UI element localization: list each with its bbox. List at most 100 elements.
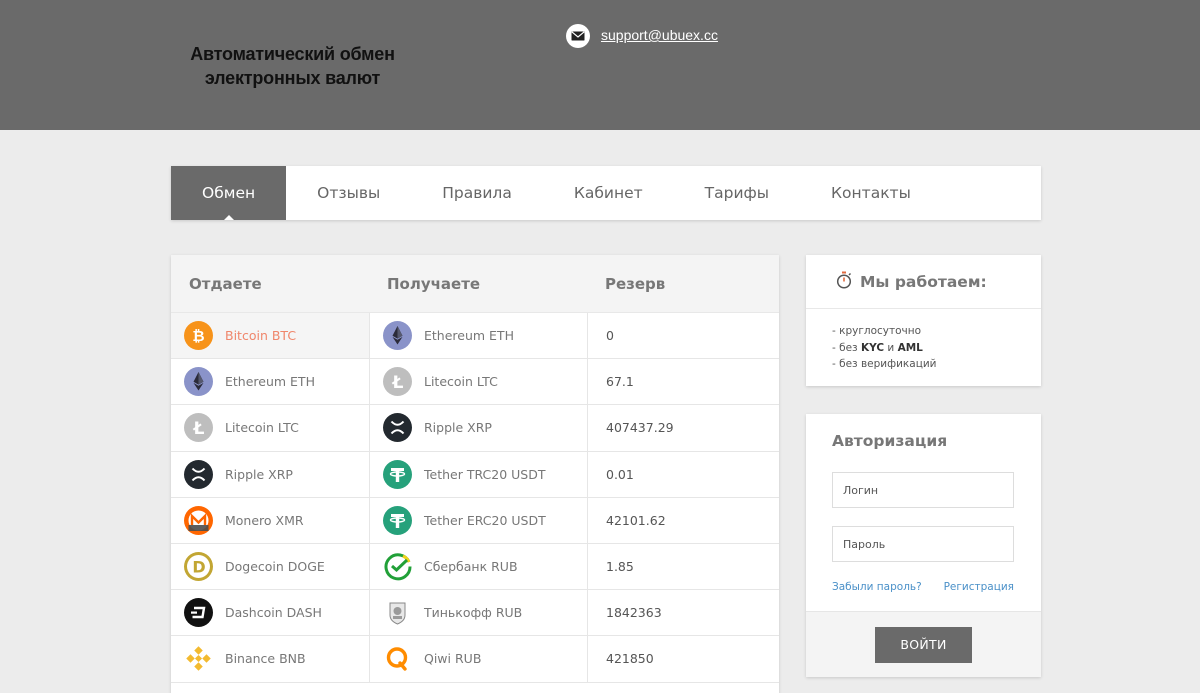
- give-currency-cell[interactable]: Binance BNB: [171, 636, 370, 682]
- reserve-value: 0: [606, 328, 614, 344]
- binance-icon: [184, 644, 213, 673]
- support-email-link[interactable]: support@ubuex.cc: [601, 27, 718, 43]
- bitcoin-icon: ₿: [184, 321, 213, 351]
- exchange-row: Ethereum ETH Ł Litecoin LTC 67.1: [171, 359, 779, 406]
- litecoin-icon: Ł: [383, 367, 412, 397]
- reserve-value: 42101.62: [606, 512, 666, 528]
- auth-links: Забыли пароль? Регистрация: [806, 562, 1041, 604]
- svg-text:D: D: [192, 558, 205, 577]
- header-give: Отдаете: [189, 274, 262, 293]
- litecoin-icon: Ł: [184, 413, 213, 443]
- get-currency-cell[interactable]: Тинькофф RUB: [370, 590, 588, 636]
- nav-item-exchange[interactable]: Обмен: [171, 166, 287, 220]
- give-currency-cell[interactable]: Monero XMR: [171, 497, 370, 543]
- get-currency-name: Tether ERC20 USDT: [424, 512, 546, 528]
- header-reserve: Резерв: [605, 274, 666, 293]
- support-contact: support@ubuex.cc: [566, 24, 718, 48]
- exchange-row: Ripple XRP Tether TRC20 USDT 0.01: [171, 451, 779, 498]
- give-currency-name: Dashcoin DASH: [225, 605, 322, 621]
- header-get: Получаете: [387, 274, 481, 293]
- exchange-row: D Dogecoin DOGE Сбербанк RUB 1.85: [171, 543, 779, 591]
- exchange-row: Monero XMR Tether ERC20 USDT 42101.62: [171, 497, 779, 544]
- login-button[interactable]: ВОЙТИ: [875, 626, 972, 663]
- exchange-row: Ł Litecoin LTC Ripple XRP 407437.29: [171, 405, 779, 452]
- tagline-line-1: Автоматический обмен: [190, 44, 395, 64]
- auth-footer: ВОЙТИ: [806, 611, 1041, 677]
- ethereum-icon: [383, 321, 412, 351]
- give-currency-name: Ethereum ETH: [225, 374, 315, 390]
- ripple-icon: [383, 413, 412, 443]
- tether-icon: [383, 505, 412, 535]
- give-currency-name: Bitcoin BTC: [225, 328, 297, 344]
- nav-item-rules[interactable]: Правила: [411, 166, 543, 220]
- give-currency-cell[interactable]: Ł Litecoin LTC: [171, 405, 370, 451]
- get-currency-cell[interactable]: Ripple XRP: [370, 405, 588, 451]
- aml-label: AML: [897, 341, 923, 354]
- give-currency-cell[interactable]: Ethereum ETH: [171, 359, 370, 405]
- give-currency-cell[interactable]: ₿ Bitcoin BTC: [171, 313, 370, 359]
- working-hours-list: - круглосуточно - без KYC и AML - без ве…: [806, 309, 1041, 373]
- reserve-value: 1842363: [606, 605, 662, 621]
- dash-icon: [184, 598, 213, 628]
- get-currency-cell[interactable]: Ł Litecoin LTC: [370, 359, 588, 405]
- get-currency-cell[interactable]: Tether ERC20 USDT: [370, 497, 588, 543]
- kyc-label: KYC: [860, 341, 885, 354]
- working-hours-title: Мы работаем:: [860, 272, 987, 291]
- exchange-table-header: Отдаете Получаете Резерв: [171, 255, 779, 313]
- monero-icon: [184, 505, 213, 535]
- give-currency-cell[interactable]: Ripple XRP: [171, 451, 370, 497]
- working-hours-header: Мы работаем:: [806, 255, 1041, 309]
- get-currency-cell[interactable]: Qiwi RUB: [370, 636, 588, 682]
- main-nav: Обмен Отзывы Правила Кабинет Тарифы Конт…: [171, 166, 1041, 220]
- give-currency-name: Monero XMR: [225, 512, 304, 528]
- give-currency-name: Binance BNB: [225, 651, 306, 667]
- get-currency-name: Тинькофф RUB: [424, 605, 523, 621]
- stopwatch-icon: [836, 271, 852, 293]
- nav-item-contacts[interactable]: Контакты: [800, 166, 942, 220]
- get-currency-cell[interactable]: Ethereum ETH: [370, 313, 588, 359]
- svg-text:₿: ₿: [192, 327, 204, 345]
- auth-card: Авторизация Забыли пароль? Регистрация В…: [806, 414, 1041, 677]
- login-input[interactable]: [832, 472, 1014, 508]
- reserve-value: 0.01: [606, 466, 634, 482]
- get-currency-name: Ethereum ETH: [424, 328, 514, 344]
- work-line-1: - круглосуточно: [832, 325, 922, 337]
- envelope-icon: [566, 24, 590, 48]
- ripple-icon: [184, 459, 213, 489]
- get-currency-name: Qiwi RUB: [424, 651, 482, 667]
- get-currency-name: Ripple XRP: [424, 420, 492, 436]
- site-header: Автоматический обмен электронных валют s…: [0, 0, 1200, 130]
- working-hours-card: Мы работаем: - круглосуточно - без KYC и…: [806, 255, 1041, 386]
- forgot-password-link[interactable]: Забыли пароль?: [832, 581, 922, 604]
- tether-icon: [383, 459, 412, 489]
- get-currency-name: Litecoin LTC: [424, 374, 498, 390]
- nav-item-cabinet[interactable]: Кабинет: [543, 166, 674, 220]
- tinkoff-icon: [383, 598, 412, 627]
- dogecoin-icon: D: [184, 552, 213, 582]
- give-currency-name: Ripple XRP: [225, 466, 293, 482]
- register-link[interactable]: Регистрация: [944, 581, 1014, 604]
- get-currency-cell[interactable]: Сбербанк RUB: [370, 543, 588, 590]
- reserve-value: 67.1: [606, 374, 634, 390]
- exchange-table-body: ₿ Bitcoin BTC Ethereum ETH 0 Ethereum ETH Ł Li…: [171, 313, 779, 683]
- nav-item-tariffs[interactable]: Тарифы: [674, 166, 800, 220]
- sberbank-icon: [383, 552, 412, 581]
- ethereum-icon: [184, 367, 213, 397]
- get-currency-name: Сбербанк RUB: [424, 559, 518, 575]
- work-line-2: - без KYC и AML: [832, 340, 1041, 357]
- get-currency-cell[interactable]: Tether TRC20 USDT: [370, 451, 588, 497]
- tagline-line-2: электронных валют: [204, 68, 381, 88]
- work-line-2-and: и: [884, 341, 898, 354]
- give-currency-cell[interactable]: Dashcoin DASH: [171, 590, 370, 636]
- reserve-value: 407437.29: [606, 420, 674, 436]
- get-currency-name: Tether TRC20 USDT: [424, 466, 546, 482]
- password-input[interactable]: [832, 526, 1014, 562]
- site-tagline: Автоматический обмен электронных валют: [170, 42, 415, 90]
- give-currency-cell[interactable]: D Dogecoin DOGE: [171, 543, 370, 590]
- svg-text:Ł: Ł: [392, 373, 404, 393]
- reserve-value: 421850: [606, 651, 654, 667]
- reserve-value: 1.85: [606, 559, 634, 575]
- qiwi-icon: [383, 644, 412, 673]
- nav-item-reviews[interactable]: Отзывы: [286, 166, 411, 220]
- exchange-row: Binance BNB Qiwi RUB 421850: [171, 636, 779, 683]
